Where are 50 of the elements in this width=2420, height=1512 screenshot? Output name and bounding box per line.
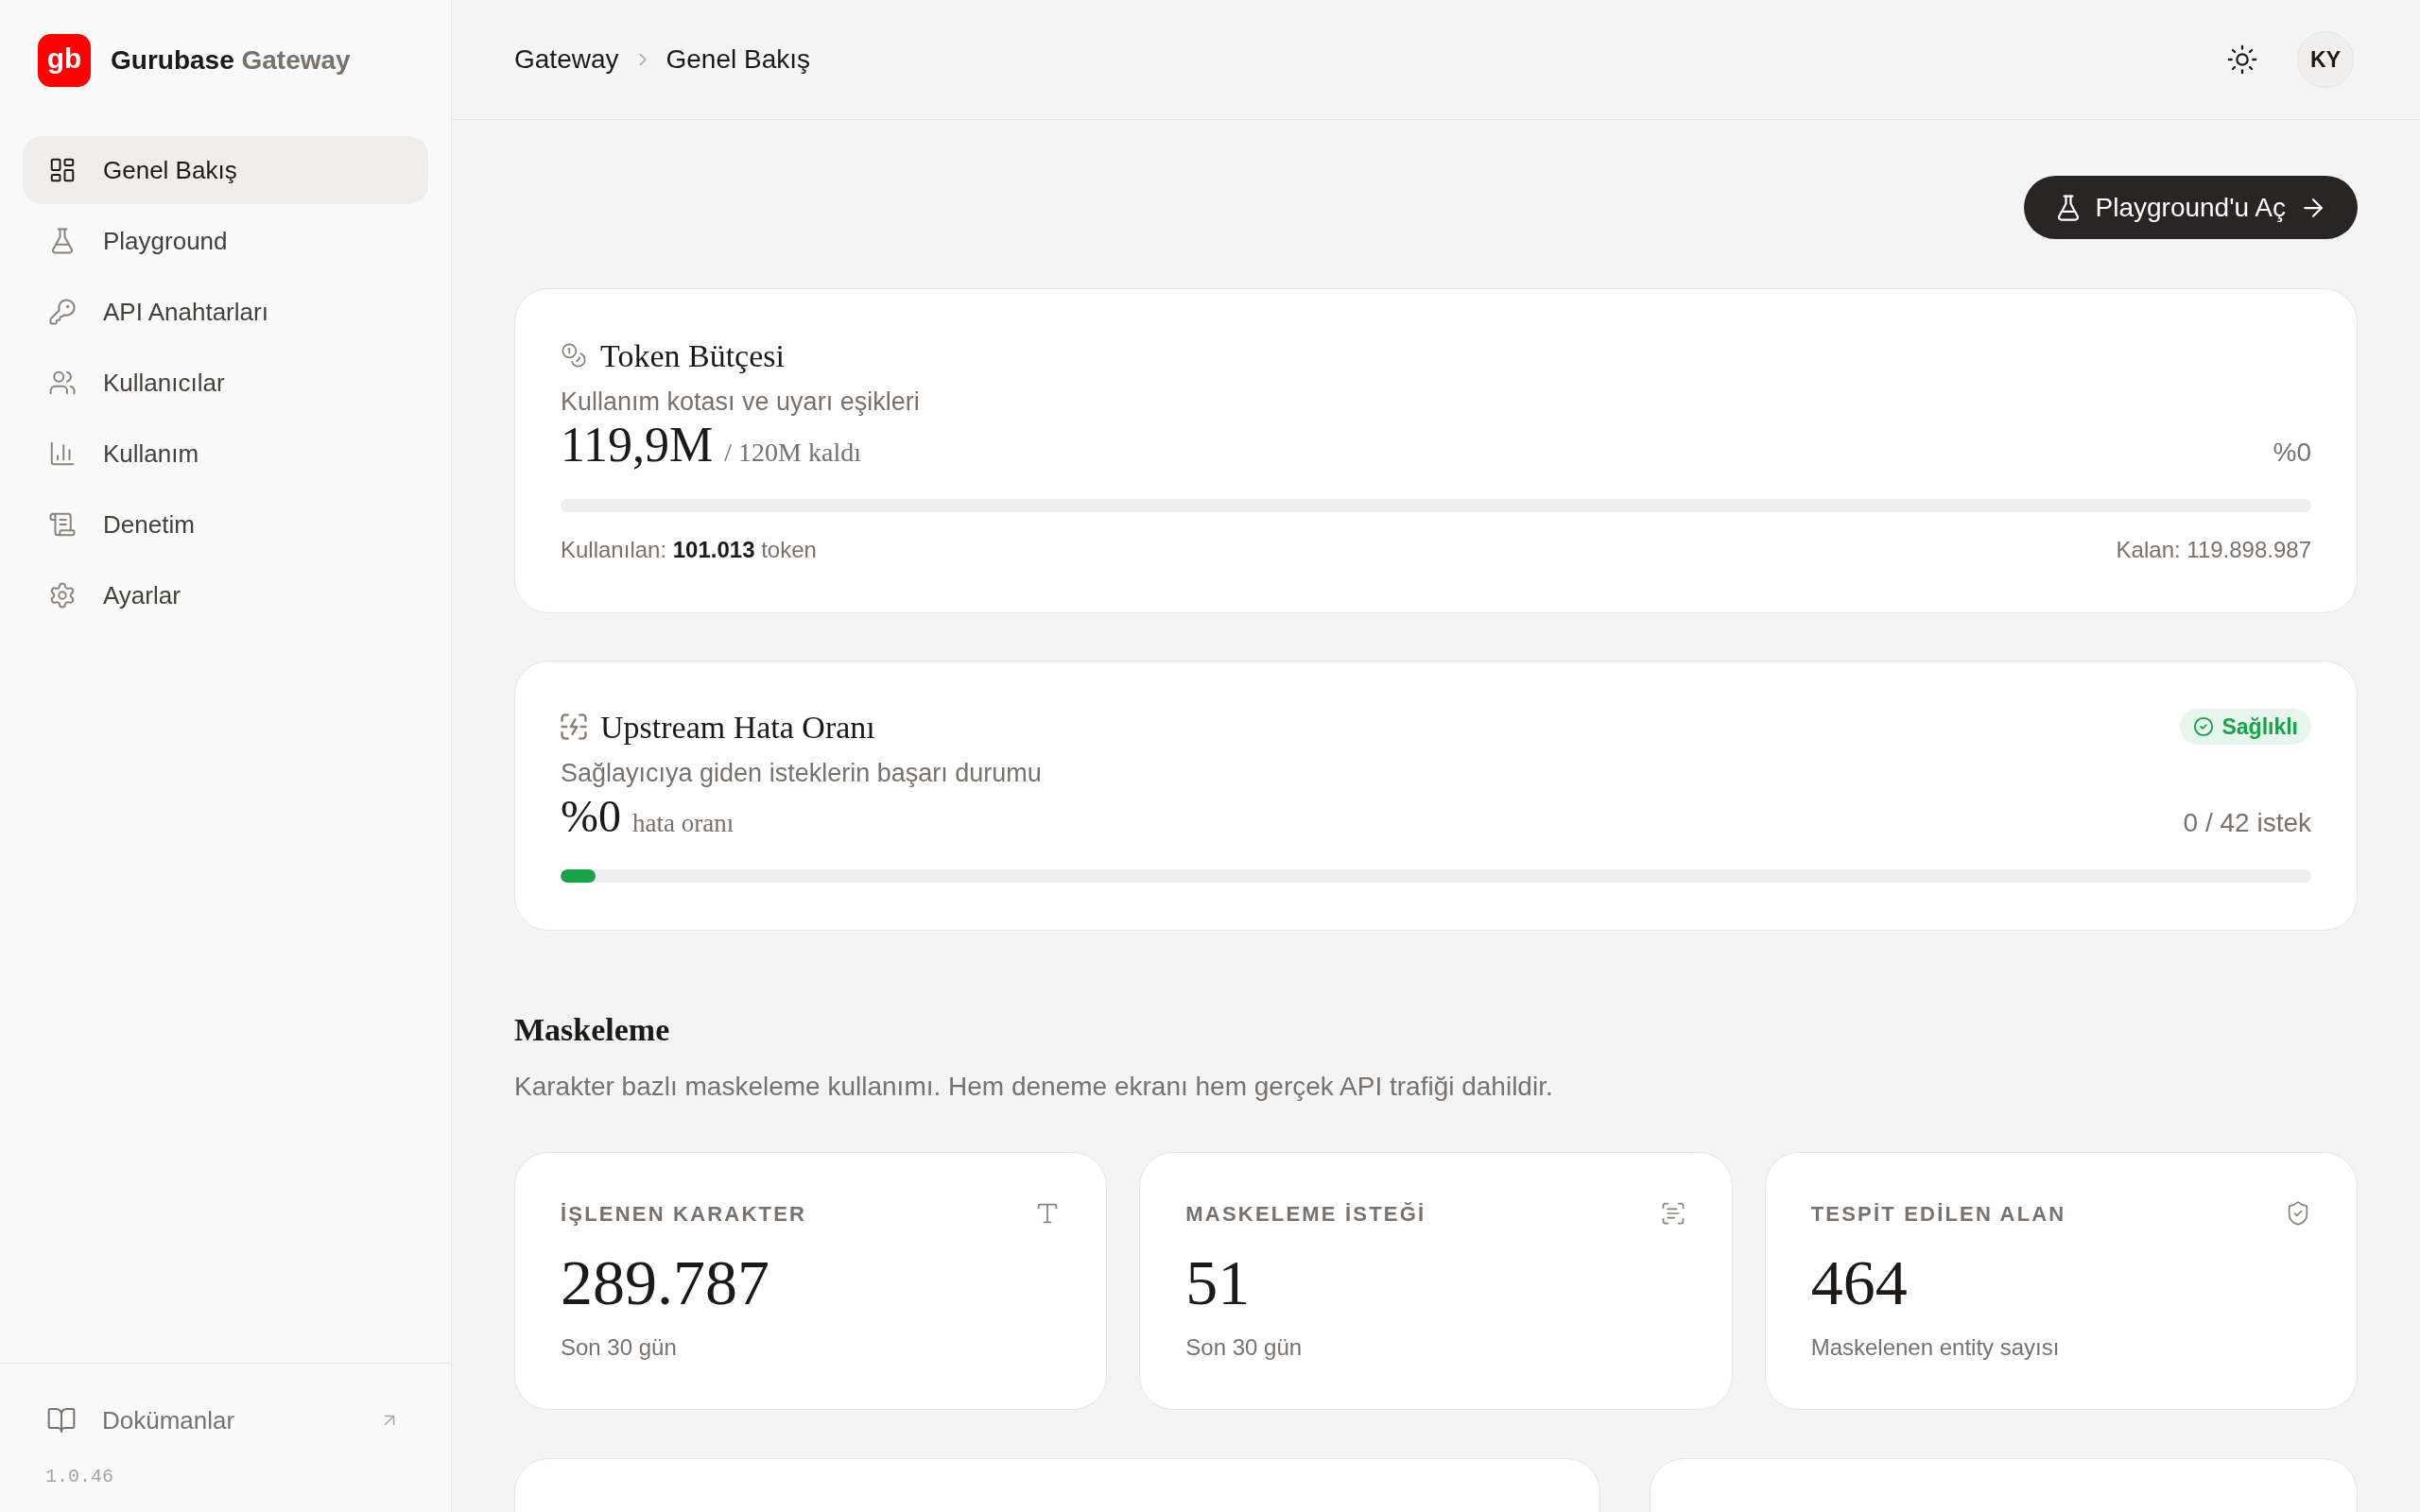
remaining-value: 119,9M	[561, 419, 714, 472]
request-count: 0 / 42 istek	[2183, 807, 2311, 839]
nav-item[interactable]: Kullanım	[23, 420, 428, 488]
key-icon	[48, 298, 77, 326]
card-subtitle: Sağlayıcıya giden isteklerin başarı durumu	[561, 758, 1042, 789]
stat-note: Maskelenen entity sayısı	[1810, 1333, 2060, 1362]
dashboard-icon	[48, 156, 77, 184]
stat-label: İŞLENEN KARAKTER	[561, 1200, 807, 1228]
bar-chart-icon	[48, 439, 77, 468]
section-description: Karakter bazlı maskeleme kullanımı. Hem deneme ekranı hem gerçek API trafiği dahildir.	[514, 1071, 1553, 1103]
stat-label: TESPİT EDİLEN ALAN	[1810, 1200, 2066, 1228]
breadcrumb-current: Genel Bakış	[666, 43, 811, 76]
stat-label: MASKELEME İSTEĞİ	[1185, 1200, 1426, 1228]
stat-note: Son 30 gün	[561, 1333, 677, 1362]
stat-note: Son 30 gün	[1185, 1333, 1303, 1362]
docs-link[interactable]: Dokümanlar	[23, 1392, 428, 1449]
brand-name: Gurubase Gateway	[111, 43, 351, 77]
nav-item[interactable]: Genel Bakış	[23, 136, 428, 204]
nav-item[interactable]: Ayarlar	[23, 561, 428, 629]
nav-item[interactable]: API Anahtarları	[23, 278, 428, 346]
sun-icon	[2226, 43, 2258, 76]
open-playground-button[interactable]: Playground'u Aç	[2023, 176, 2358, 239]
book-icon	[46, 1405, 77, 1435]
stat-value: 51	[1185, 1246, 1251, 1318]
card-subtitle: Kullanım kotası ve uyarı eşikleri	[561, 387, 920, 418]
stat-value: 289.787	[561, 1246, 769, 1318]
nav-item[interactable]: Denetim	[23, 490, 428, 558]
check-circle-icon	[2193, 716, 2215, 737]
used-tokens-text: Kullanılan: 101.013 token	[561, 536, 817, 564]
quota-note: / 120M kaldı	[724, 437, 861, 469]
remaining-tokens-text: Kalan: 119.898.987	[2116, 536, 2311, 564]
scroll-icon	[48, 510, 77, 539]
logo-mark: gb	[38, 33, 91, 87]
status-badge: Sağlıklı	[2180, 709, 2311, 745]
coins-icon	[561, 342, 587, 369]
users-icon	[48, 369, 77, 397]
error-rate-value: %0	[561, 790, 621, 843]
nav-item[interactable]: Kullanıcılar	[23, 349, 428, 417]
lightning-frame-icon	[561, 713, 587, 740]
nav-item[interactable]: Playground	[23, 207, 428, 275]
version-text: 1.0.46	[44, 1465, 113, 1489]
card-title: Token Bütçesi	[600, 336, 785, 375]
card-title: Upstream Hata Oranı	[600, 708, 875, 747]
breadcrumb-link[interactable]: Gateway	[514, 40, 619, 79]
section-title: Maskeleme	[514, 1011, 670, 1049]
usage-percent: %0	[2273, 437, 2311, 469]
error-rate-note: hata oranı	[632, 808, 735, 839]
avatar-button[interactable]: KY	[2297, 31, 2354, 88]
stat-value: 464	[1810, 1246, 1908, 1318]
settings-icon	[48, 581, 77, 610]
